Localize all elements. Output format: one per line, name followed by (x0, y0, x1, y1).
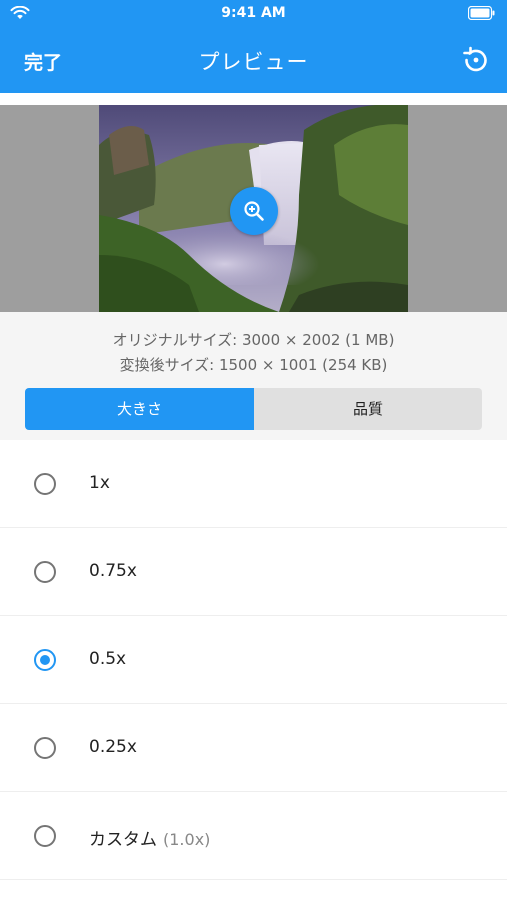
option-0-75x[interactable]: 0.75x (0, 528, 507, 616)
status-bar: 9:41 AM (0, 0, 507, 28)
battery-icon (468, 6, 495, 20)
zoom-in-icon (244, 201, 264, 221)
radio-button[interactable] (34, 737, 56, 759)
app-header: 9:41 AM 完了 プレビュー (0, 0, 507, 93)
option-custom-value: (1.0x) (163, 830, 211, 849)
tab-size[interactable]: 大きさ (25, 388, 254, 430)
option-label: 0.5x (89, 649, 127, 669)
reset-icon (463, 46, 487, 72)
status-time: 9:41 AM (221, 5, 286, 21)
converted-size-text: 変換後サイズ: 1500 × 1001 (254 KB) (119, 356, 388, 374)
radio-button[interactable] (34, 473, 56, 495)
radio-button-selected[interactable] (34, 649, 56, 671)
option-0-25x[interactable]: 0.25x (0, 704, 507, 792)
option-custom[interactable]: カスタム (1.0x) (0, 792, 507, 880)
option-1x[interactable]: 1x (0, 440, 507, 528)
radio-button[interactable] (34, 561, 56, 583)
option-label: 0.75x (89, 561, 137, 581)
option-label: 0.25x (89, 737, 137, 757)
reset-button[interactable] (461, 45, 491, 75)
settings-tabs: 大きさ 品質 (25, 388, 482, 430)
nav-bar: 完了 プレビュー (0, 28, 507, 93)
zoom-button[interactable] (230, 187, 278, 235)
original-size-text: オリジナルサイズ: 3000 × 2002 (1 MB) (112, 331, 395, 349)
size-info-panel: オリジナルサイズ: 3000 × 2002 (1 MB) 変換後サイズ: 150… (0, 312, 507, 440)
tab-quality[interactable]: 品質 (254, 388, 482, 430)
option-custom-label: カスタム (89, 830, 157, 850)
page-title: プレビュー (198, 50, 309, 74)
option-label: 1x (89, 473, 110, 493)
radio-button[interactable] (34, 825, 56, 847)
option-label: カスタム (1.0x) (89, 825, 210, 850)
option-0-5x[interactable]: 0.5x (0, 616, 507, 704)
